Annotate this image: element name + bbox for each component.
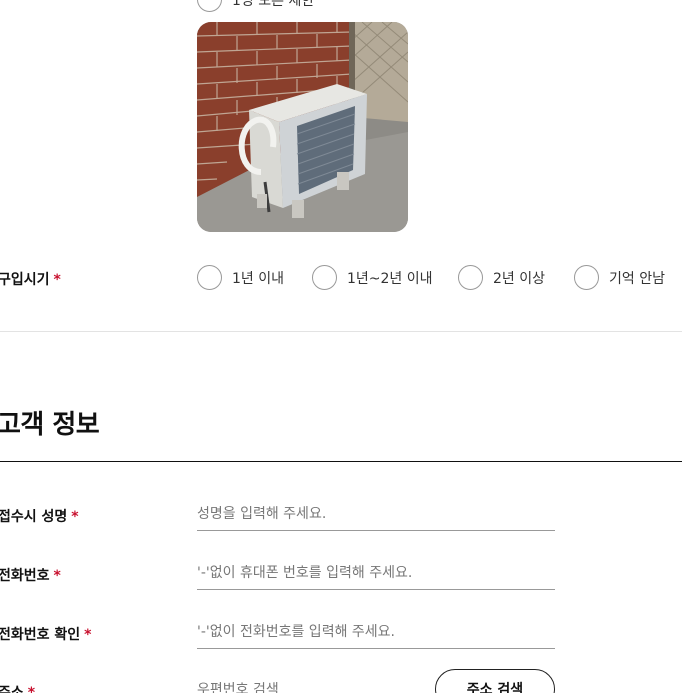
purchase-option-dont-remember[interactable]: 기억 안남 — [574, 265, 665, 290]
address-label-text: 주소 — [0, 685, 24, 693]
radio-button[interactable] — [574, 265, 599, 290]
purchase-option-1-to-2-years[interactable]: 1년~2년 이내 — [312, 265, 433, 290]
radio-label: 1명 모른 제한 — [232, 0, 315, 9]
name-label-text: 접수시 성명 — [0, 509, 68, 525]
purchase-option-within-1-year[interactable]: 1년 이내 — [197, 265, 284, 290]
section-title-divider — [0, 461, 682, 462]
customer-info-title: 고객 정보 — [0, 410, 100, 440]
radio-button[interactable] — [312, 265, 337, 290]
top-radio-option[interactable]: 1명 모른 제한 — [197, 0, 314, 12]
phone-input[interactable] — [197, 557, 555, 590]
phone-label-text: 전화번호 — [0, 568, 50, 584]
form-row-phone-confirm: 전화번호 확인 * — [0, 616, 682, 650]
radio-button[interactable] — [458, 265, 483, 290]
required-mark: * — [71, 509, 79, 525]
phone-confirm-label-text: 전화번호 확인 — [0, 627, 81, 643]
address-label: 주소 * — [0, 682, 35, 693]
form-row-phone: 전화번호 * — [0, 557, 682, 591]
required-mark: * — [27, 685, 36, 693]
radio-button[interactable] — [197, 265, 222, 290]
required-mark: * — [53, 568, 61, 584]
page: 1명 모른 제한 구입시기 * 1년 이내 1년~2년 이내 2년 이상 기억 … — [0, 0, 682, 693]
phone-label: 전화번호 * — [0, 565, 61, 585]
section-divider — [0, 331, 682, 332]
purchase-period-row: 구입시기 * 1년 이내 1년~2년 이내 2년 이상 기억 안남 — [0, 265, 682, 291]
name-input[interactable] — [197, 498, 555, 531]
option-label: 1년~2년 이내 — [347, 270, 433, 287]
purchase-period-label-text: 구입시기 — [0, 272, 50, 288]
required-mark: * — [84, 627, 92, 643]
radio-button[interactable] — [197, 0, 222, 12]
option-label: 2년 이상 — [493, 270, 545, 287]
address-search-button[interactable]: 주소 검색 — [435, 669, 555, 693]
form-row-name: 접수시 성명 * — [0, 498, 682, 532]
purchase-option-over-2-years[interactable]: 2년 이상 — [458, 265, 545, 290]
postal-code-input[interactable] — [197, 674, 417, 693]
phone-confirm-label: 전화번호 확인 * — [0, 624, 91, 644]
name-label: 접수시 성명 * — [0, 506, 79, 526]
outdoor-unit-photo — [197, 22, 408, 232]
required-mark: * — [53, 272, 61, 288]
option-label: 기억 안남 — [609, 270, 665, 287]
form-row-address: 주소 * — [0, 674, 682, 693]
option-label: 1년 이내 — [232, 270, 284, 287]
purchase-period-label: 구입시기 * — [0, 269, 61, 289]
phone-confirm-input[interactable] — [197, 616, 555, 649]
outdoor-unit-image — [197, 22, 408, 232]
